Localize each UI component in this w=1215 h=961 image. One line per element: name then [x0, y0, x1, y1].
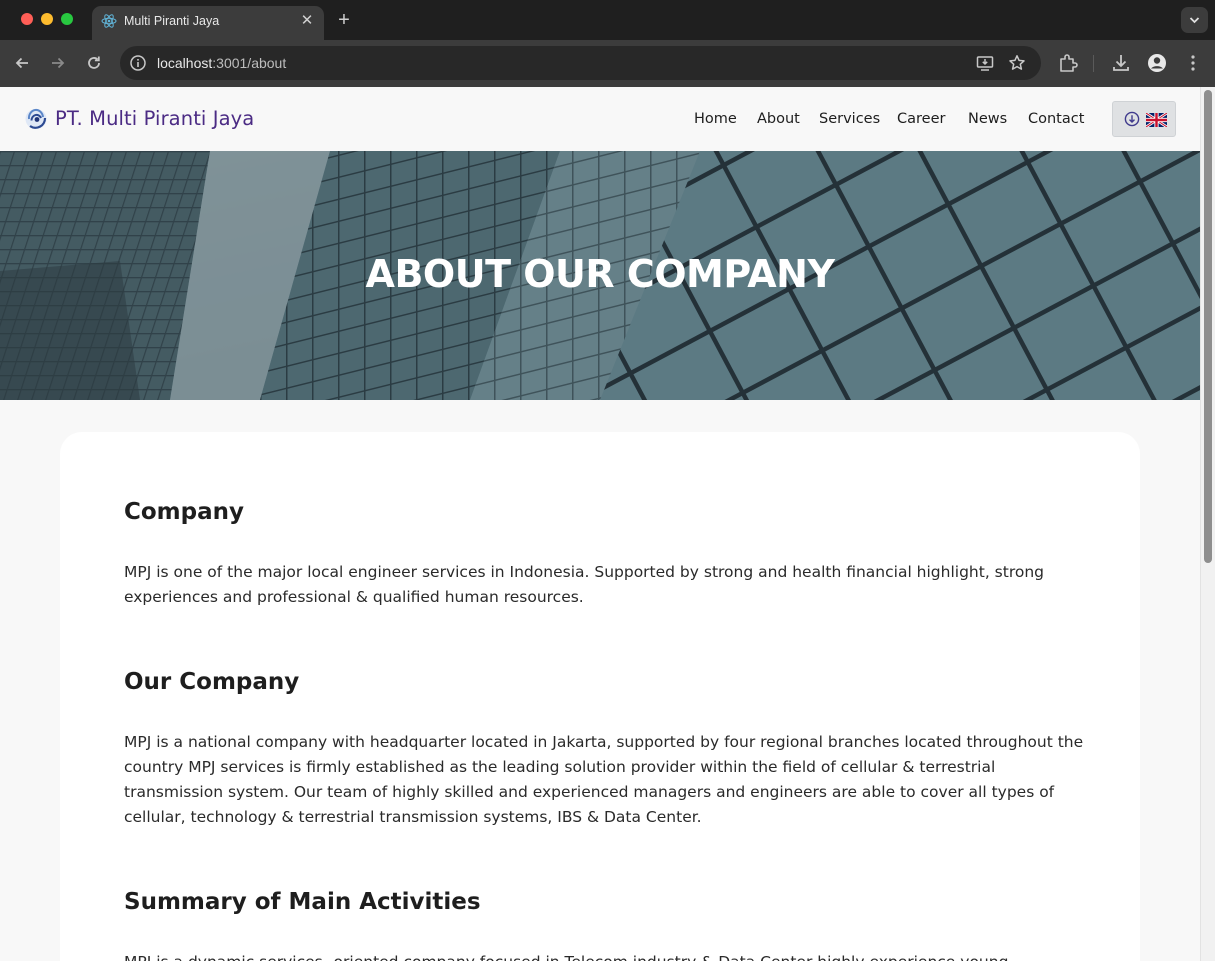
window-minimize-button[interactable]	[41, 13, 53, 25]
close-icon[interactable]: ✕	[298, 12, 316, 30]
back-icon[interactable]	[11, 52, 33, 74]
info-icon[interactable]	[129, 54, 147, 72]
page-scrollbar[interactable]	[1200, 87, 1215, 961]
tab-title: Multi Piranti Jaya	[124, 14, 220, 28]
toolbar-separator	[1093, 55, 1094, 72]
browser-tab-active[interactable]: Multi Piranti Jaya ✕	[92, 6, 324, 40]
section-heading-our-company: Our Company	[124, 669, 300, 695]
nav-news[interactable]: News	[968, 110, 1007, 128]
chevron-down-icon[interactable]	[1181, 7, 1208, 33]
site-logo-text[interactable]: PT. Multi Piranti Jaya	[55, 106, 254, 132]
profile-icon[interactable]	[1146, 52, 1168, 74]
url-path: :3001/about	[212, 55, 287, 71]
nav-about[interactable]: About	[757, 110, 800, 128]
forward-icon[interactable]	[47, 52, 69, 74]
window-close-button[interactable]	[21, 13, 33, 25]
hero-banner: ABOUT OUR COMPANY	[0, 151, 1200, 400]
section-text-company: MPJ is one of the major local engineer s…	[124, 563, 1045, 606]
section-heading-main-activities: Summary of Main Activities	[124, 889, 481, 915]
plus-icon[interactable]: +	[334, 9, 354, 31]
nav-services[interactable]: Services	[819, 110, 880, 128]
section-text-our-company: MPJ is a national company with headquart…	[124, 733, 1084, 826]
section-heading-company: Company	[124, 499, 244, 525]
star-icon[interactable]	[1008, 54, 1026, 72]
hero-title: ABOUT OUR COMPANY	[365, 252, 835, 296]
download-icon[interactable]	[1110, 52, 1132, 74]
about-content-card: Company MPJ is one of the major local en…	[60, 432, 1140, 961]
browser-toolbar: localhost:3001/about	[0, 40, 1215, 87]
browser-tab-bar: Multi Piranti Jaya ✕ +	[0, 0, 1215, 40]
install-app-icon[interactable]	[976, 54, 994, 72]
section-text-main-activities: MPJ is a dynamic services -oriented comp…	[124, 950, 1084, 961]
page-viewport: PT. Multi Piranti Jaya Home About Servic…	[0, 87, 1200, 961]
company-logo-icon[interactable]	[24, 108, 48, 130]
url-host: localhost	[157, 55, 213, 71]
scrollbar-thumb[interactable]	[1204, 90, 1212, 563]
react-favicon-icon	[101, 13, 117, 29]
kebab-menu-icon[interactable]	[1182, 52, 1204, 74]
window-zoom-button[interactable]	[61, 13, 73, 25]
url-text: localhost:3001/about	[157, 55, 286, 71]
uk-flag-icon	[1145, 111, 1168, 129]
nav-home[interactable]: Home	[694, 110, 737, 128]
arrow-down-circle-icon	[1124, 111, 1140, 127]
extensions-icon[interactable]	[1057, 52, 1079, 74]
nav-contact[interactable]: Contact	[1028, 110, 1084, 128]
site-header: PT. Multi Piranti Jaya Home About Servic…	[0, 87, 1200, 151]
address-bar[interactable]: localhost:3001/about	[120, 46, 1041, 80]
language-switcher-button[interactable]	[1112, 101, 1176, 137]
nav-career[interactable]: Career	[897, 110, 945, 128]
reload-icon[interactable]	[83, 52, 105, 74]
